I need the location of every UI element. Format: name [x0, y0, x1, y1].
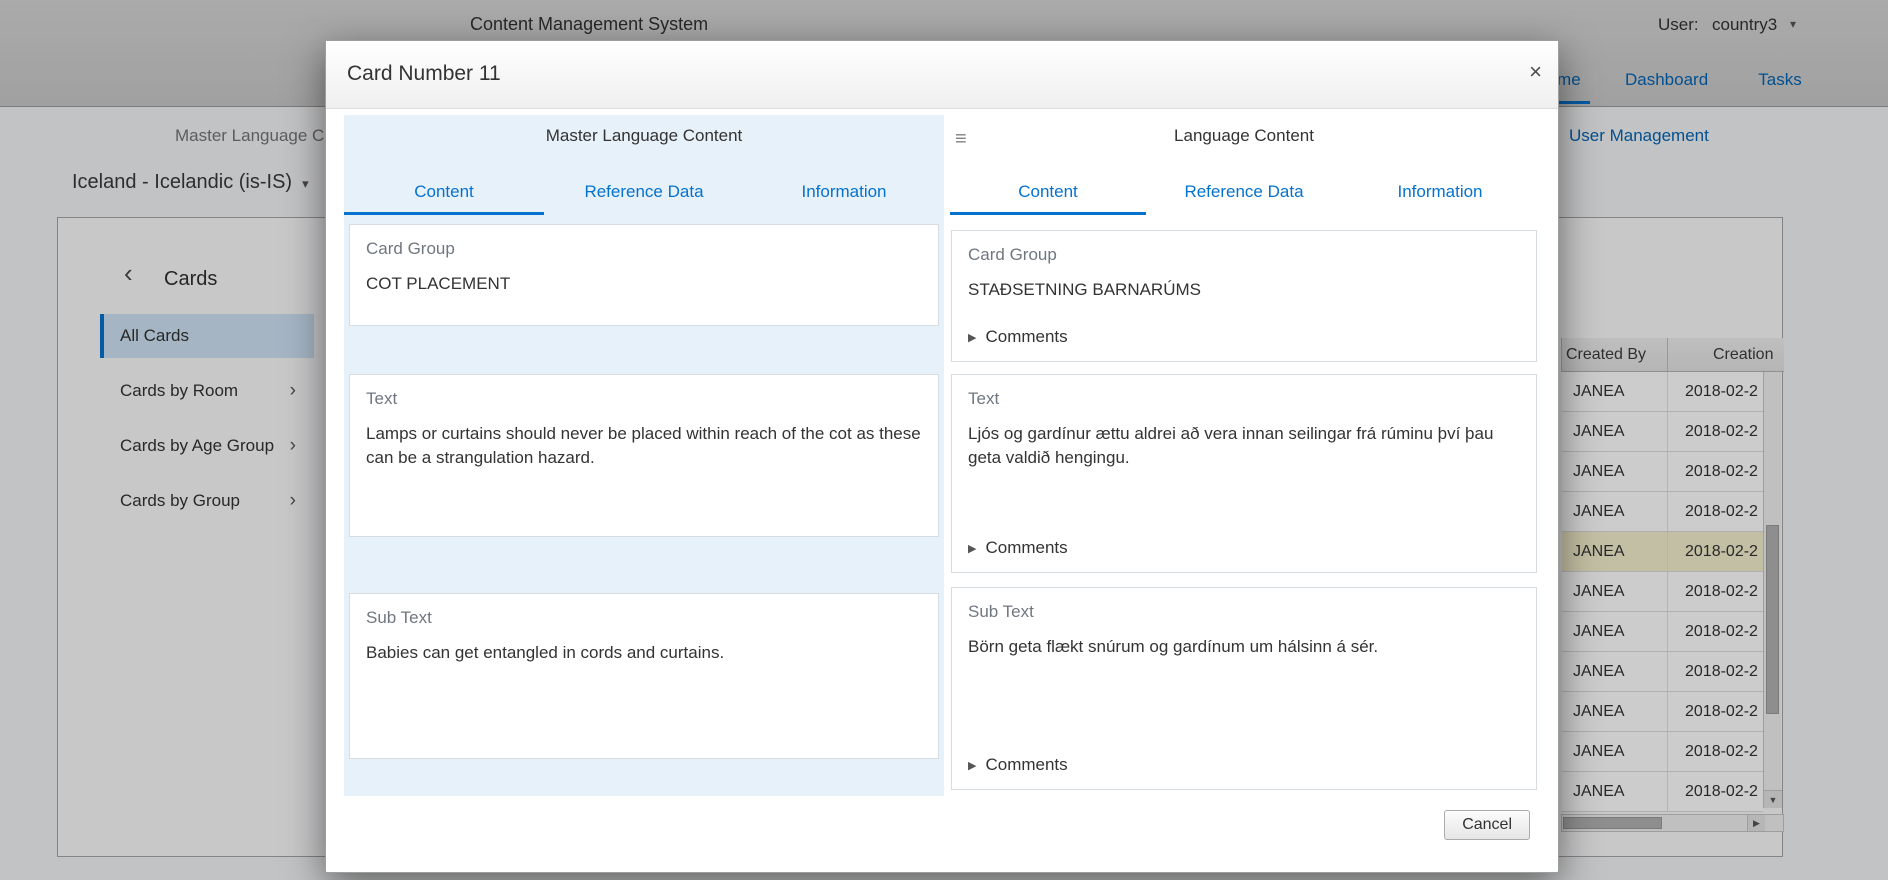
panel-title: Master Language Content [344, 115, 944, 146]
tab-information[interactable]: Information [1342, 171, 1538, 215]
field-value: Börn geta flækt snúrum og gardínum um há… [968, 635, 1520, 659]
cancel-button[interactable]: Cancel [1444, 810, 1530, 840]
tab-content[interactable]: Content [950, 171, 1146, 215]
card-group-field: Card Group COT PLACEMENT [349, 224, 939, 326]
tab-information[interactable]: Information [744, 171, 944, 215]
field-value: Babies can get entangled in cords and cu… [366, 641, 922, 665]
close-icon[interactable]: × [1529, 61, 1542, 83]
field-label: Sub Text [968, 602, 1520, 622]
field-value: Ljós og gardínur ættu aldrei að vera inn… [968, 422, 1520, 470]
sub-text-field: Sub Text Börn geta flækt snúrum og gardí… [951, 587, 1537, 790]
comments-label: Comments [985, 538, 1067, 558]
comments-label: Comments [985, 755, 1067, 775]
field-label: Text [968, 389, 1520, 409]
screen: Content Management System User: country3… [0, 0, 1888, 880]
field-value: COT PLACEMENT [366, 272, 922, 296]
comments-toggle[interactable]: ▶ Comments [968, 327, 1520, 347]
comments-label: Comments [985, 327, 1067, 347]
sub-text-field: Sub Text Babies can get entangled in cor… [349, 593, 939, 759]
field-value: Lamps or curtains should never be placed… [366, 422, 922, 470]
field-value: STAÐSETNING BARNARÚMS [968, 278, 1520, 302]
expand-icon: ▶ [968, 759, 976, 772]
dialog-title: Card Number 11 [347, 41, 501, 107]
field-label: Sub Text [366, 608, 922, 628]
text-field: Text Lamps or curtains should never be p… [349, 374, 939, 537]
tab-content[interactable]: Content [344, 171, 544, 215]
expand-icon: ▶ [968, 542, 976, 555]
field-label: Card Group [366, 239, 922, 259]
comments-toggle[interactable]: ▶ Comments [968, 538, 1520, 558]
language-panel: Language Content Content Reference Data … [950, 115, 1538, 796]
field-label: Card Group [968, 245, 1520, 265]
splitter-handle-icon[interactable]: ≡ [955, 129, 967, 149]
card-dialog: Card Number 11 × Master Language Content… [325, 40, 1559, 873]
comments-toggle[interactable]: ▶ Comments [968, 755, 1520, 775]
card-group-field: Card Group STAÐSETNING BARNARÚMS ▶ Comme… [951, 230, 1537, 362]
language-tabs: Content Reference Data Information [950, 171, 1538, 215]
expand-icon: ▶ [968, 331, 976, 344]
master-tabs: Content Reference Data Information [344, 171, 944, 215]
field-label: Text [366, 389, 922, 409]
tab-reference-data[interactable]: Reference Data [544, 171, 744, 215]
master-language-panel: Master Language Content Content Referenc… [344, 115, 944, 796]
tab-reference-data[interactable]: Reference Data [1146, 171, 1342, 215]
text-field: Text Ljós og gardínur ættu aldrei að ver… [951, 374, 1537, 573]
panel-title: Language Content [950, 115, 1538, 146]
dialog-header: Card Number 11 × [326, 41, 1558, 109]
